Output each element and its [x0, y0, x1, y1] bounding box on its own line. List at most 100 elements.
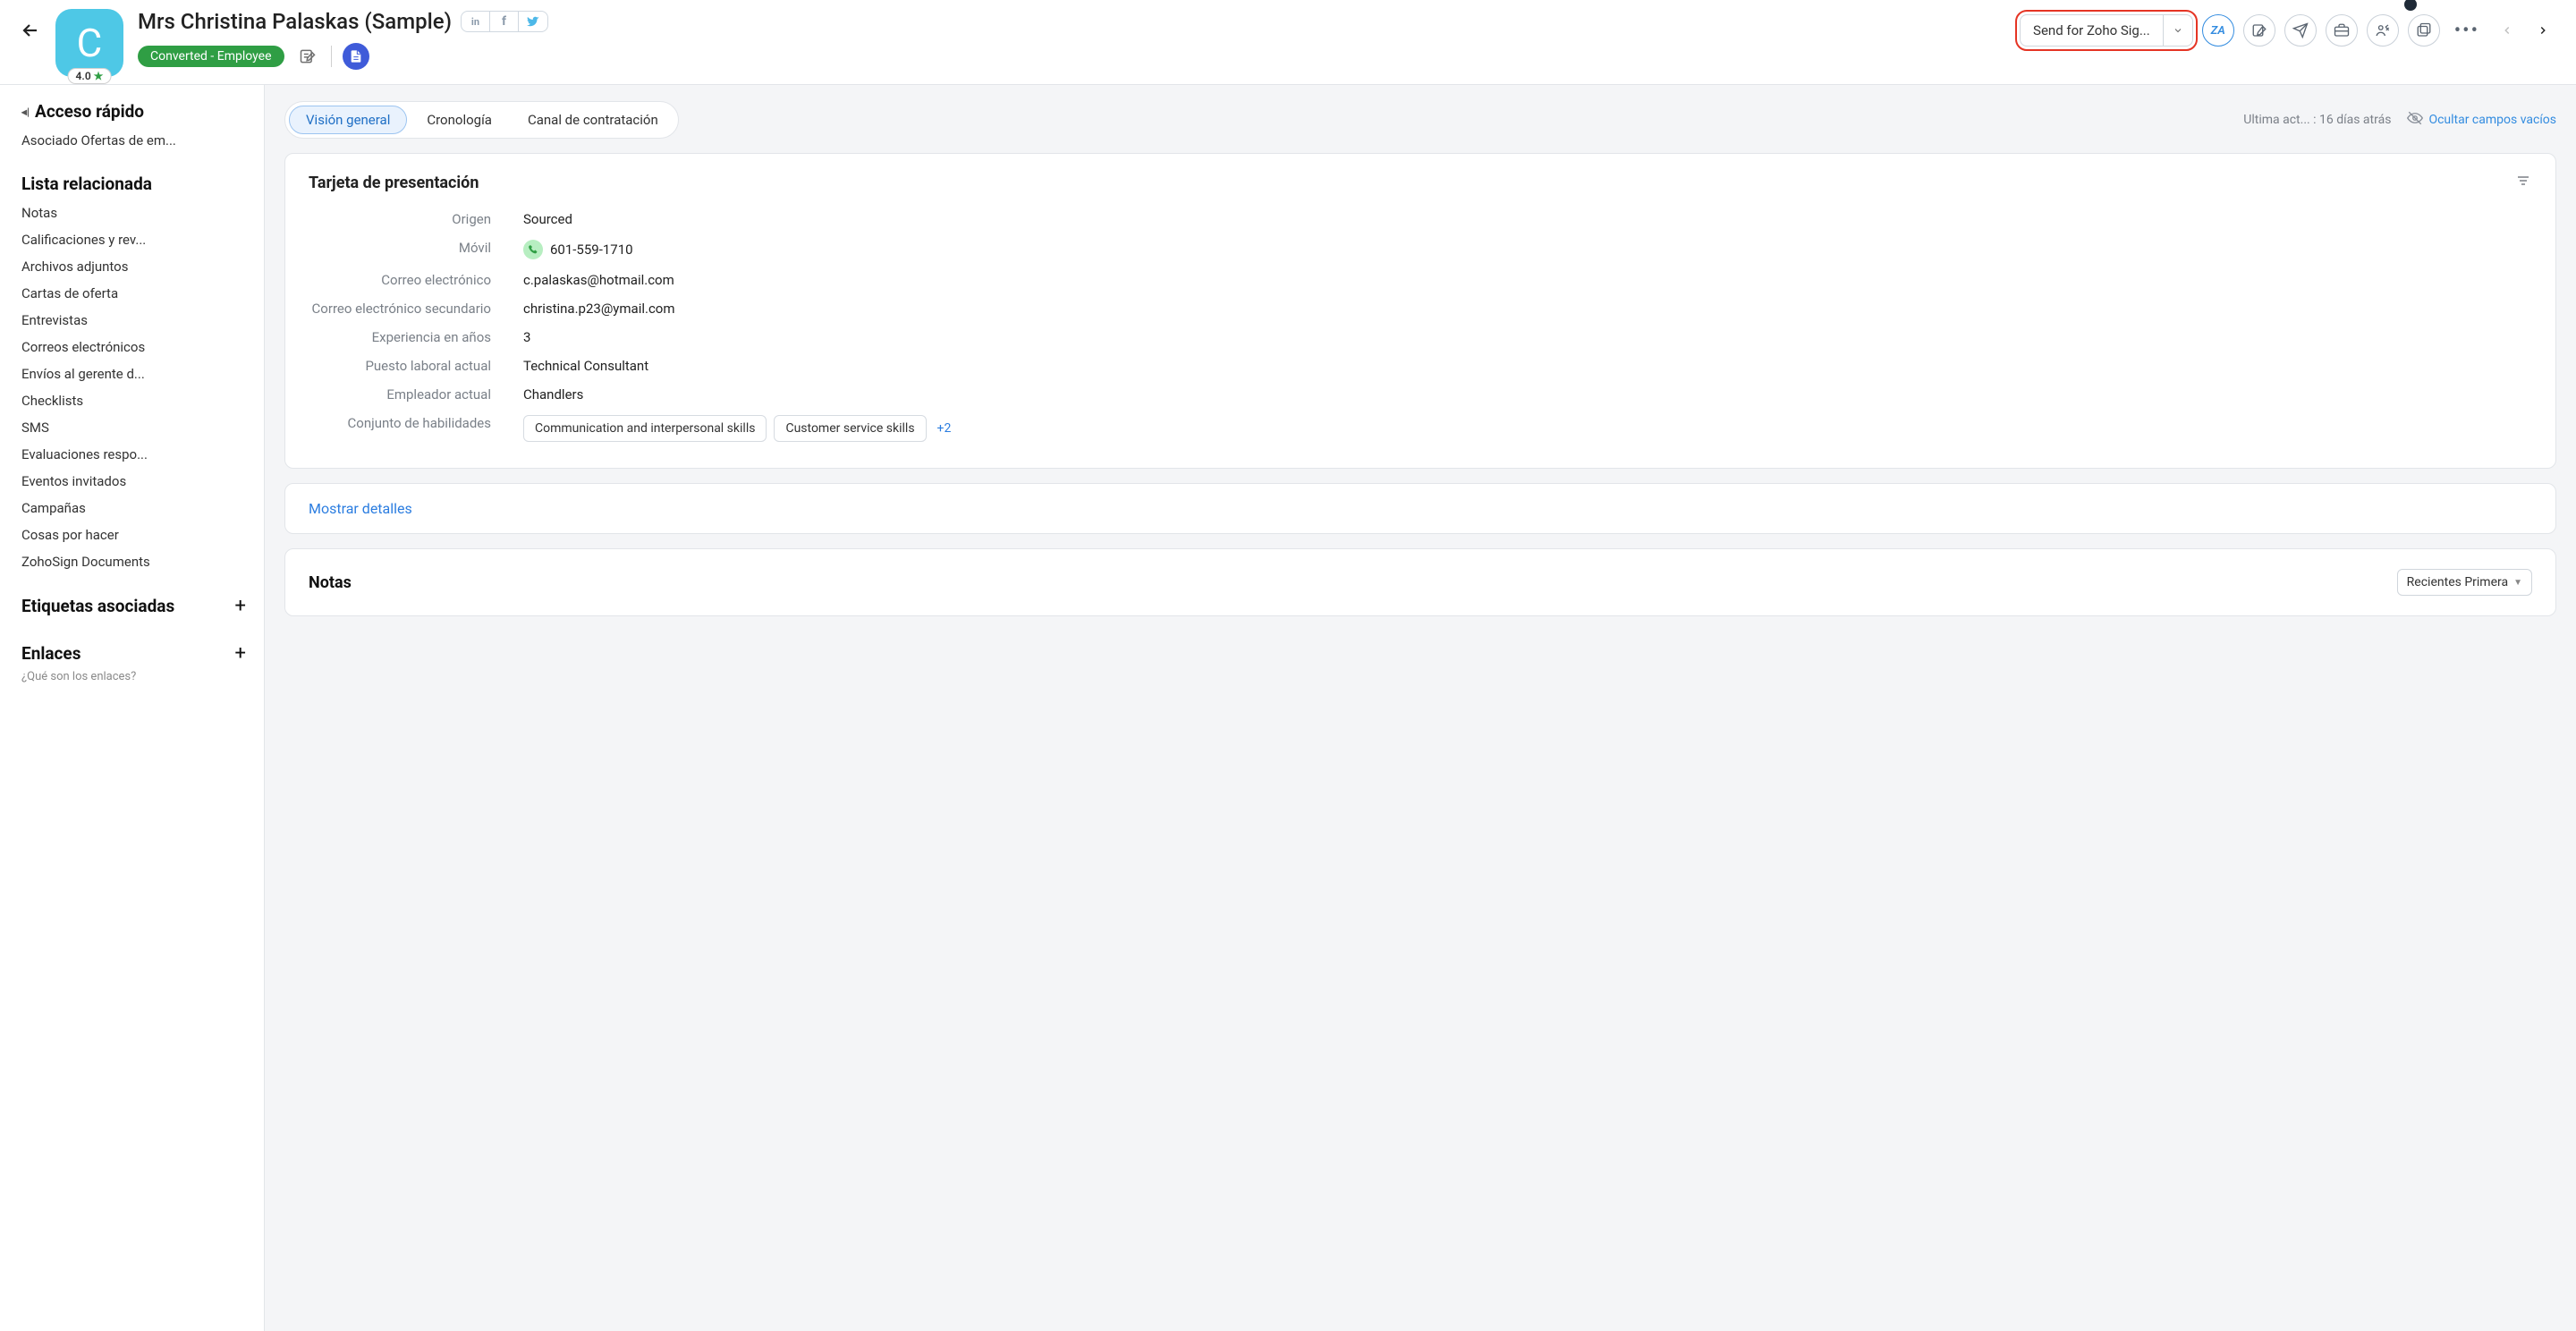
share-profile-icon[interactable] [2367, 14, 2399, 47]
title-block: Mrs Christina Palaskas (Sample) in f Con… [138, 9, 548, 70]
related-list-heading: Lista relacionada [21, 174, 246, 194]
field-value-skills: Communication and interpersonal skills Cu… [523, 415, 951, 442]
hide-empty-fields-toggle[interactable]: Ocultar campos vacíos [2407, 110, 2556, 130]
show-details-link[interactable]: Mostrar detalles [285, 484, 2555, 533]
field-label: Experiencia en años [309, 329, 523, 345]
skill-chip[interactable]: Customer service skills [774, 415, 926, 442]
field-row: Correo electrónicoc.palaskas@hotmail.com [309, 266, 2532, 294]
field-value: c.palaskas@hotmail.com [523, 272, 674, 288]
chevron-down-icon: ▼ [2513, 578, 2522, 588]
star-icon: ★ [94, 70, 104, 82]
avatar-initial: C [77, 20, 103, 66]
add-tag-icon[interactable]: + [235, 595, 246, 617]
quick-access-heading: ◂| Acceso rápido [21, 101, 246, 122]
field-label: Conjunto de habilidades [309, 415, 523, 431]
card-options-icon[interactable] [2514, 174, 2532, 192]
prev-record-icon[interactable] [2494, 20, 2521, 41]
sidebar-item[interactable]: Cosas por hacer [21, 527, 246, 543]
card-title: Tarjeta de presentación [309, 174, 479, 192]
field-label: Móvil [309, 240, 523, 256]
field-row: Empleador actualChandlers [309, 380, 2532, 409]
field-value: Chandlers [523, 386, 583, 403]
skills-more[interactable]: +2 [937, 421, 952, 436]
field-row: Móvil601-559-1710 [309, 233, 2532, 266]
document-icon[interactable] [343, 43, 369, 70]
add-link-icon[interactable]: + [235, 642, 246, 665]
eye-off-icon [2407, 110, 2423, 130]
send-zohosign-button[interactable]: Send for Zoho Sig... [2021, 15, 2164, 46]
tags-heading: Etiquetas asociadas + [21, 595, 246, 617]
sidebar-item[interactable]: Cartas de oferta [21, 285, 246, 301]
notes-icon[interactable] [295, 44, 320, 69]
avatar-wrap: C 4.0 ★ [55, 9, 123, 77]
edit-icon[interactable] [2243, 14, 2275, 47]
last-activity: Ultima act... : 16 días atrás [2243, 113, 2391, 127]
avatar[interactable]: C [55, 9, 123, 77]
zia-icon[interactable]: ZA [2202, 14, 2234, 47]
primary-action-wrap: Send for Zoho Sig... [2020, 14, 2193, 47]
primary-action-dropdown[interactable] [2164, 15, 2192, 46]
field-label: Correo electrónico [309, 272, 523, 288]
sidebar-item[interactable]: Entrevistas [21, 312, 246, 328]
field-value: Technical Consultant [523, 358, 648, 374]
field-label: Origen [309, 211, 523, 227]
divider [331, 46, 332, 67]
sidebar-item[interactable]: SMS [21, 420, 246, 436]
status-badge: Converted - Employee [138, 46, 284, 67]
sidebar-item[interactable]: Campañas [21, 500, 246, 516]
briefcase-icon[interactable] [2326, 14, 2358, 47]
skill-chip[interactable]: Communication and interpersonal skills [523, 415, 767, 442]
phone-icon[interactable] [523, 240, 543, 259]
social-links: in f [461, 11, 548, 32]
header-meta: Ultima act... : 16 días atrás Ocultar ca… [2243, 110, 2556, 130]
sidebar-item[interactable]: Calificaciones y rev... [21, 232, 246, 248]
field-row: Correo electrónico secundariochristina.p… [309, 294, 2532, 323]
sidebar-item[interactable]: Evaluaciones respo... [21, 446, 246, 462]
next-record-icon[interactable] [2529, 20, 2556, 41]
tabs: Visión generalCronologíaCanal de contrat… [284, 101, 679, 139]
field-value: 3 [523, 329, 530, 345]
linkedin-icon[interactable]: in [462, 12, 490, 31]
field-value: Sourced [523, 211, 572, 227]
field-label: Empleador actual [309, 386, 523, 403]
rating-badge[interactable]: 4.0 ★ [68, 68, 112, 84]
facebook-icon[interactable]: f [490, 12, 519, 31]
notes-title: Notas [309, 573, 352, 592]
sidebar-item[interactable]: Envíos al gerente d... [21, 366, 246, 382]
tag-icon[interactable] [2408, 14, 2440, 47]
quick-access-item[interactable]: Asociado Ofertas de em... [21, 132, 246, 148]
tab[interactable]: Cronología [411, 106, 508, 133]
field-skills: Conjunto de habilidades Communication an… [309, 409, 2532, 448]
field-row: Puesto laboral actualTechnical Consultan… [309, 352, 2532, 380]
links-heading: Enlaces + [21, 642, 246, 665]
field-value: christina.p23@ymail.com [523, 301, 675, 317]
collapse-icon[interactable]: ◂| [21, 106, 30, 118]
notes-sort-dropdown[interactable]: Recientes Primera ▼ [2397, 569, 2532, 596]
record-header: C 4.0 ★ Mrs Christina Palaskas (Sample) … [0, 0, 2576, 84]
sidebar-item[interactable]: Eventos invitados [21, 473, 246, 489]
send-icon[interactable] [2284, 14, 2317, 47]
field-row: OrigenSourced [309, 205, 2532, 233]
field-value: 601-559-1710 [523, 240, 633, 259]
links-help[interactable]: ¿Qué son los enlaces? [21, 670, 246, 683]
back-arrow-icon[interactable] [20, 20, 41, 47]
sidebar-item[interactable]: ZohoSign Documents [21, 554, 246, 570]
rating-value: 4.0 [76, 70, 91, 82]
notification-dot [2404, 0, 2417, 11]
more-icon[interactable]: ••• [2449, 20, 2485, 42]
person-name: Mrs Christina Palaskas (Sample) [138, 9, 452, 34]
sidebar-item[interactable]: Correos electrónicos [21, 339, 246, 355]
header-actions: Send for Zoho Sig... ZA ••• [2020, 14, 2556, 47]
field-label: Correo electrónico secundario [309, 301, 523, 317]
sidebar-item[interactable]: Notas [21, 205, 246, 221]
twitter-icon[interactable] [519, 12, 547, 31]
sidebar-item[interactable]: Checklists [21, 393, 246, 409]
tab[interactable]: Visión general [289, 106, 407, 134]
show-details-card: Mostrar detalles [284, 483, 2556, 534]
sidebar: ◂| Acceso rápido Asociado Ofertas de em.… [0, 85, 265, 1331]
main-content: Visión generalCronologíaCanal de contrat… [265, 85, 2576, 1331]
field-label: Puesto laboral actual [309, 358, 523, 374]
tab[interactable]: Canal de contratación [512, 106, 674, 133]
sidebar-item[interactable]: Archivos adjuntos [21, 259, 246, 275]
notes-card: Notas Recientes Primera ▼ [284, 548, 2556, 616]
